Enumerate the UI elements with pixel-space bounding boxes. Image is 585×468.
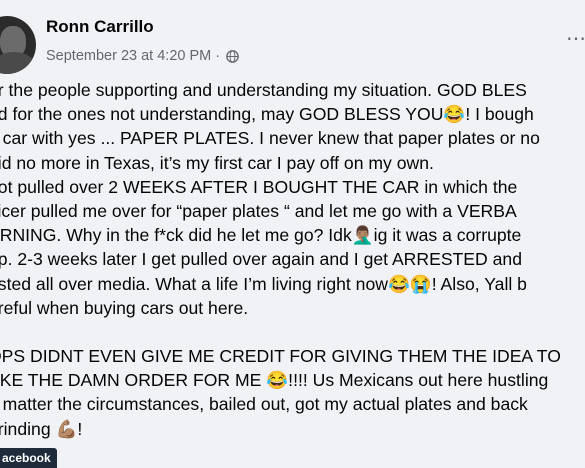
meta-separator: · — [215, 48, 221, 64]
more-options-icon[interactable]: ⋯ — [566, 26, 585, 51]
post-line: OPS DIDNT EVEN GIVE ME CREDIT FOR GIVING… — [0, 346, 561, 367]
facebook-watermark: acebook — [0, 448, 57, 468]
post-line: grinding 💪🏽! — [0, 418, 83, 439]
author-name[interactable]: Ronn Carrillo — [46, 17, 154, 37]
post-line: did no more in Texas, it’s my first car … — [0, 152, 434, 173]
post-line: fficer pulled me over for “paper plates … — [0, 201, 517, 222]
post-line: areful when buying cars out here. — [0, 297, 249, 318]
avatar-shoulders — [0, 52, 36, 74]
post-line: or the people supporting and understandi… — [0, 80, 527, 100]
post-line: op. 2-3 weeks later I get pulled over ag… — [0, 249, 522, 270]
post-line: AKE THE DAMN ORDER FOR ME 😂!!!! Us Mexic… — [0, 370, 549, 391]
post-body: or the people supporting and understandi… — [0, 78, 585, 441]
post-line: o matter the circumstances, bailed out, … — [0, 394, 528, 415]
post-line: got pulled over 2 WEEKS AFTER I BOUGHT T… — [0, 176, 518, 197]
globe-icon[interactable] — [226, 49, 239, 63]
post-line: e car with yes ... PAPER PLATES. I never… — [0, 128, 540, 149]
post-line: osted all over media. What a life I’m li… — [0, 273, 527, 294]
post-line: ARNING. Why in the f*ck did he let me go… — [0, 225, 522, 246]
post-line: nd for the ones not understanding, may G… — [0, 104, 534, 125]
avatar[interactable] — [0, 16, 36, 74]
post-timestamp[interactable]: September 23 at 4:20 PM — [46, 48, 211, 64]
post-meta: September 23 at 4:20 PM · — [46, 48, 239, 64]
